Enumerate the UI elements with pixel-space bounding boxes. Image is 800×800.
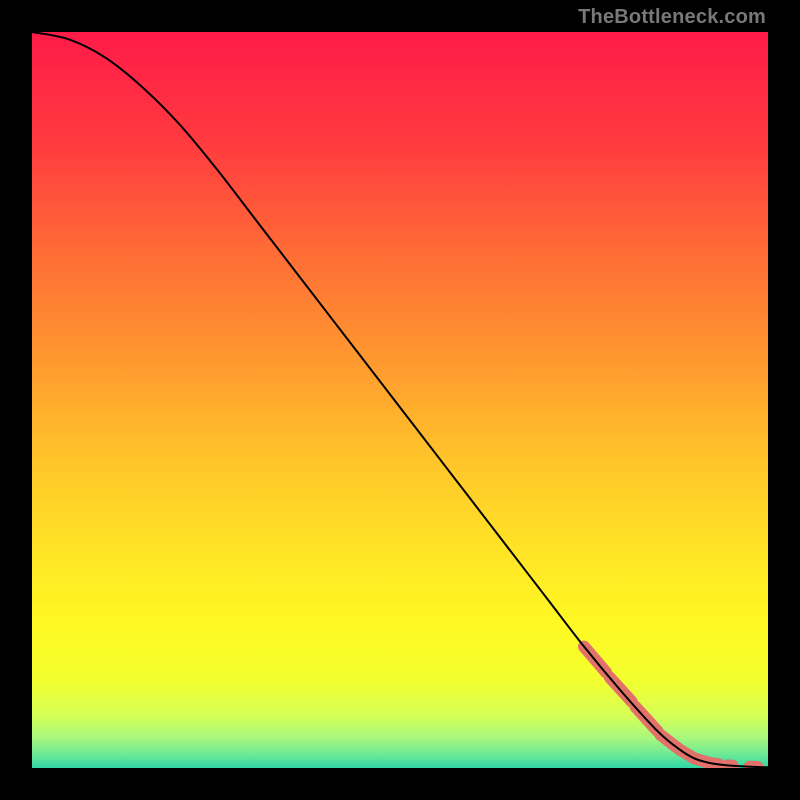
watermark-text: TheBottleneck.com xyxy=(578,6,766,29)
plot-area xyxy=(32,32,768,768)
chart-stage: TheBottleneck.com xyxy=(0,0,800,800)
curve-path xyxy=(32,32,768,767)
marker-layer xyxy=(584,647,758,768)
chart-curve-layer xyxy=(32,32,768,768)
